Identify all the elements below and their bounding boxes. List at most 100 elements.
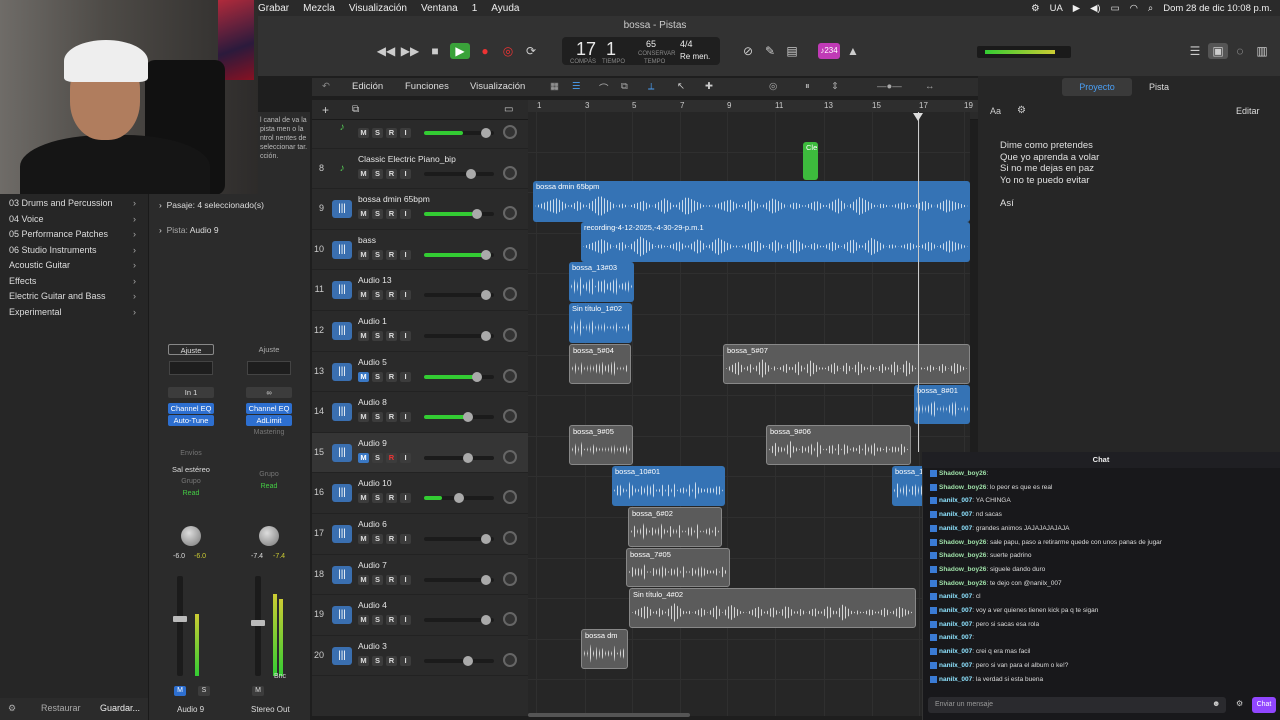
track-record-button[interactable]: R (386, 290, 397, 301)
track-input-button[interactable]: I (400, 655, 411, 666)
track-inspector-header[interactable]: › Pista: Audio 9 (159, 225, 219, 235)
menu-mezcla[interactable]: Mezcla (303, 3, 335, 14)
track-row[interactable]: 18 ||| Audio 7 MSRI (312, 555, 528, 596)
region[interactable]: bossa_13#03 (569, 262, 634, 302)
loops-icon[interactable]: ◌ (1230, 43, 1250, 59)
track-volume-knob[interactable] (463, 655, 473, 666)
audio-waveform-icon[interactable]: ||| (332, 403, 352, 422)
strip-setting-button[interactable]: Ajuste (168, 344, 214, 355)
track-mute-button[interactable]: M (358, 371, 369, 382)
audio-waveform-icon[interactable]: ||| (332, 322, 352, 340)
replace-button[interactable]: ◎ (498, 43, 518, 59)
link-icon[interactable]: ∞ (246, 387, 292, 398)
track-pan-knob[interactable] (503, 652, 517, 667)
lcd-time-signature[interactable]: 4/4 (680, 39, 693, 49)
track-name[interactable]: Audio 1 (358, 316, 387, 326)
strip-mute-button[interactable]: M (252, 686, 264, 696)
track-input-button[interactable]: I (400, 493, 411, 504)
track-name[interactable]: Audio 5 (358, 357, 387, 367)
chat-username[interactable]: nanilx_007 (939, 525, 972, 532)
track-pan-knob[interactable] (503, 206, 517, 221)
track-volume-slider[interactable] (424, 615, 494, 626)
count-in-button[interactable]: ♪234 (818, 43, 840, 59)
track-mute-button[interactable]: M (358, 574, 369, 585)
track-input-button[interactable]: I (400, 371, 411, 382)
region[interactable]: bossa_9#05 (569, 425, 633, 465)
output-label[interactable]: Sal estéreo (161, 465, 221, 474)
midi-instrument-icon[interactable]: ♪ (332, 160, 352, 178)
track-pan-knob[interactable] (503, 287, 517, 302)
track-record-button[interactable]: R (386, 615, 397, 626)
pencil-icon[interactable]: ✎ (760, 43, 780, 59)
track-record-button[interactable]: R (386, 331, 397, 341)
chat-username[interactable]: nanilx_007 (939, 676, 972, 683)
catch-icon[interactable]: ◎ (769, 81, 777, 92)
audio-waveform-icon[interactable]: ||| (332, 606, 352, 625)
horizontal-zoom-icon[interactable]: ↔ (925, 81, 935, 92)
track-row[interactable]: 9 ||| bossa dmin 65bpm M S R I (312, 189, 528, 230)
functions-menu[interactable]: Funciones (405, 81, 449, 92)
track-input-button[interactable]: I (400, 249, 411, 260)
audio-waveform-icon[interactable]: ||| (332, 525, 352, 543)
region[interactable]: Sin título_4#02 (629, 588, 916, 628)
track-volume-knob[interactable] (481, 615, 491, 626)
track-name[interactable]: Audio 10 (358, 478, 392, 488)
track-volume-knob[interactable] (481, 574, 491, 585)
library-item-effects[interactable]: Effects › (0, 274, 148, 290)
chat-username[interactable]: Shadow_boy26 (939, 539, 986, 546)
strip-gain-slot[interactable] (169, 361, 213, 375)
track-solo-button[interactable]: S (372, 574, 383, 585)
track-pan-knob[interactable] (503, 125, 517, 139)
track-row[interactable]: 19 ||| Audio 4 MSRI (312, 595, 528, 636)
status-icon[interactable]: ⚙ (1031, 3, 1040, 14)
track-record-button[interactable]: R (386, 493, 397, 504)
group-label[interactable]: Grupo (239, 471, 299, 478)
track-name[interactable]: Audio 13 (358, 275, 392, 285)
library-item-studio[interactable]: 06 Studio Instruments › (0, 243, 148, 259)
search-icon[interactable]: ⌕ (1148, 3, 1153, 14)
chat-send-button[interactable]: Chat (1252, 697, 1276, 713)
sends-label[interactable]: Envíos (161, 450, 221, 457)
track-input-button[interactable]: I (400, 128, 411, 138)
track-volume-slider[interactable] (424, 168, 494, 179)
font-button[interactable]: Aa (990, 106, 1001, 116)
waveform-zoom-icon[interactable]: ⏸ (805, 81, 810, 92)
chat-username[interactable]: nanilx_007 (939, 607, 972, 614)
track-row[interactable]: ♪ M S R I (312, 108, 528, 149)
track-input-button[interactable]: I (400, 168, 411, 179)
track-volume-knob[interactable] (481, 290, 491, 301)
track-mute-button[interactable]: M (358, 128, 369, 138)
menu-visualizacion[interactable]: Visualización (349, 3, 407, 14)
track-row[interactable]: 13 ||| Audio 5 MSRI (312, 352, 528, 393)
region[interactable]: bossa dm (581, 629, 628, 669)
volume-fader[interactable] (173, 576, 187, 676)
midi-instrument-icon[interactable]: ♪ (332, 119, 352, 137)
track-lane[interactable] (528, 518, 970, 559)
audio-waveform-icon[interactable]: ||| (332, 646, 352, 665)
fader-cap[interactable] (173, 616, 187, 622)
chat-username[interactable]: Shadow_boy26 (939, 566, 986, 573)
track-mute-button[interactable]: M (358, 290, 369, 301)
track-volume-slider[interactable] (424, 249, 494, 260)
audio-waveform-icon[interactable]: ||| (332, 281, 352, 300)
region[interactable]: bossa_7#05 (626, 548, 730, 587)
library-item-voice[interactable]: 04 Voice › (0, 212, 148, 228)
track-lane[interactable] (528, 112, 970, 153)
region[interactable]: bossa_10#01 (612, 466, 725, 506)
menu-1[interactable]: 1 (472, 3, 478, 14)
track-row[interactable]: 15 ||| Audio 9 MSRI (312, 432, 528, 474)
tuner-icon[interactable]: ⊘ (738, 43, 758, 59)
region-inspector-header[interactable]: › Pasaje: 4 seleccionado(s) (159, 200, 264, 210)
track-row[interactable]: 17 ||| Audio 6 MSRI (312, 514, 528, 555)
tab-track[interactable]: Pista (1136, 78, 1182, 96)
track-record-button[interactable]: R (386, 534, 397, 544)
secondary-tool-icon[interactable]: ✚ (705, 81, 713, 92)
stop-button[interactable]: ■ (425, 43, 445, 59)
mastering-label[interactable]: Mastering (239, 429, 299, 436)
track-pan-knob[interactable] (503, 368, 517, 383)
tab-project[interactable]: Proyecto (1062, 78, 1132, 96)
volume-fader[interactable] (251, 576, 265, 676)
track-record-button[interactable]: R (386, 655, 397, 666)
track-solo-button[interactable]: S (372, 209, 383, 220)
library-item-drums[interactable]: 03 Drums and Percussion › (0, 196, 148, 212)
